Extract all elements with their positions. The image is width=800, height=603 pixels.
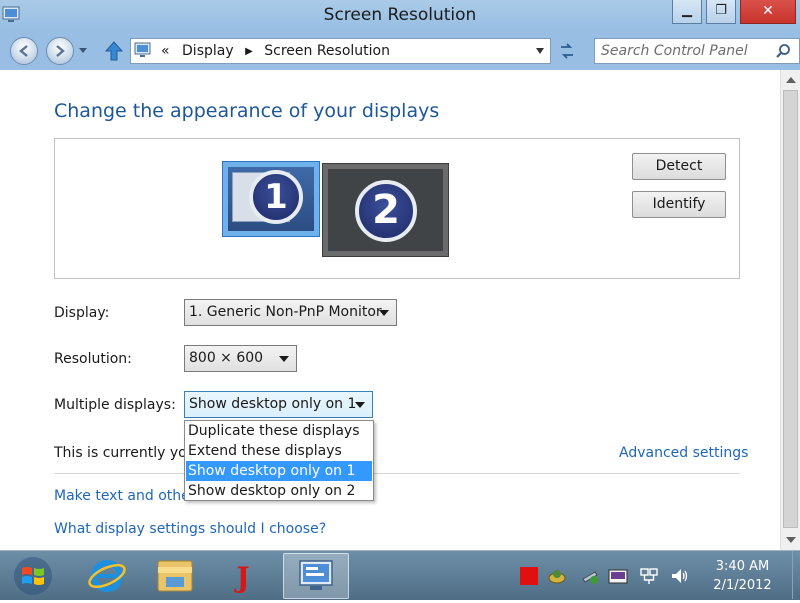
stop-icon[interactable] bbox=[520, 567, 538, 585]
divider bbox=[54, 473, 740, 474]
display-select[interactable]: 1. Generic Non-PnP Monitor bbox=[184, 299, 397, 326]
clock-time: 3:40 AM bbox=[715, 559, 770, 574]
option-show-only-1[interactable]: Show desktop only on 1 bbox=[186, 461, 372, 481]
system-clock[interactable]: 3:40 AM 2/1/2012 bbox=[705, 557, 780, 595]
taskbar: J 3:40 AM 2/1/2012 bbox=[0, 550, 800, 600]
advanced-settings-link[interactable]: Advanced settings bbox=[619, 445, 748, 461]
windows-logo-icon bbox=[14, 557, 52, 595]
back-button[interactable] bbox=[10, 37, 38, 65]
internet-explorer-icon bbox=[88, 560, 126, 592]
address-dropdown-chevron-down-icon[interactable] bbox=[536, 48, 544, 54]
control-panel-taskbar-icon bbox=[299, 560, 333, 590]
chevron-down-icon bbox=[279, 356, 289, 362]
volume-icon[interactable] bbox=[670, 567, 688, 585]
taskbar-file-explorer[interactable] bbox=[146, 553, 204, 599]
refresh-icon bbox=[560, 43, 573, 59]
scroll-up-icon[interactable] bbox=[786, 77, 796, 83]
multiple-displays-label: Multiple displays: bbox=[54, 397, 176, 413]
monitor-arrangement-area: 1 2 Detect Identify bbox=[54, 138, 740, 279]
option-extend-displays[interactable]: Extend these displays bbox=[186, 441, 372, 461]
navigation-bar: « Display ▶ Screen Resolution bbox=[0, 32, 800, 70]
monitor-1[interactable]: 1 bbox=[222, 161, 320, 237]
j-app-icon: J bbox=[233, 561, 249, 594]
j-app-letter: J bbox=[233, 561, 249, 594]
address-bar[interactable]: « Display ▶ Screen Resolution bbox=[130, 38, 551, 64]
monitor-2-number: 2 bbox=[355, 180, 417, 242]
breadcrumb: « Display ▶ Screen Resolution bbox=[161, 43, 390, 59]
search-input[interactable] bbox=[601, 42, 771, 60]
recent-pages-chevron-down-icon[interactable] bbox=[79, 48, 87, 53]
taskbar-j-app[interactable]: J bbox=[214, 553, 272, 599]
content-pane: Change the appearance of your displays 1… bbox=[0, 70, 780, 550]
breadcrumb-chevron[interactable]: « bbox=[161, 43, 170, 59]
maximize-button[interactable]: ❐ bbox=[706, 0, 736, 24]
clock-date: 2/1/2012 bbox=[713, 578, 772, 593]
control-panel-icon bbox=[134, 42, 151, 57]
monitor-2[interactable]: 2 bbox=[322, 163, 449, 257]
breadcrumb-separator-icon[interactable]: ▶ bbox=[245, 46, 253, 57]
main-display-status: This is currently you bbox=[54, 445, 184, 461]
taskbar-control-panel[interactable] bbox=[283, 553, 349, 599]
close-button[interactable]: ✕ bbox=[740, 0, 796, 24]
scroll-down-icon[interactable] bbox=[786, 537, 796, 543]
resolution-select-value: 800 × 600 bbox=[189, 350, 264, 366]
back-arrow-icon bbox=[19, 45, 28, 57]
breadcrumb-display[interactable]: Display bbox=[182, 43, 234, 59]
chevron-down-icon bbox=[355, 402, 365, 408]
identify-button[interactable]: Identify bbox=[632, 191, 726, 218]
detect-button[interactable]: Detect bbox=[632, 153, 726, 180]
title-bar: Screen Resolution ▁ ❐ ✕ bbox=[0, 0, 800, 32]
breadcrumb-screen-resolution[interactable]: Screen Resolution bbox=[264, 43, 390, 59]
minimize-button[interactable]: ▁ bbox=[672, 0, 702, 24]
refresh-button[interactable] bbox=[553, 38, 580, 64]
page-title: Change the appearance of your displays bbox=[54, 100, 440, 122]
network-icon[interactable] bbox=[640, 567, 658, 585]
multiple-displays-select[interactable]: Show desktop only on 1 bbox=[184, 391, 373, 418]
forward-button[interactable] bbox=[46, 37, 74, 65]
display-settings-help-link[interactable]: What display settings should I choose? bbox=[54, 521, 326, 537]
resolution-label: Resolution: bbox=[54, 351, 132, 367]
monitor-1-number: 1 bbox=[249, 170, 303, 224]
vertical-scrollbar[interactable] bbox=[780, 70, 800, 550]
search-icon[interactable] bbox=[775, 43, 791, 59]
chevron-down-icon bbox=[379, 310, 389, 316]
display-label: Display: bbox=[54, 305, 110, 321]
scroll-thumb[interactable] bbox=[783, 90, 798, 528]
keyboard-icon[interactable] bbox=[608, 567, 628, 585]
option-duplicate-displays[interactable]: Duplicate these displays bbox=[186, 421, 372, 441]
display-select-value: 1. Generic Non-PnP Monitor bbox=[189, 304, 382, 320]
up-arrow-icon[interactable] bbox=[104, 40, 124, 62]
file-explorer-icon bbox=[157, 560, 193, 592]
network-status-icon[interactable] bbox=[582, 567, 600, 585]
option-show-only-2[interactable]: Show desktop only on 2 bbox=[186, 481, 372, 501]
multiple-displays-dropdown: Duplicate these displays Extend these di… bbox=[184, 420, 374, 501]
action-center-icon[interactable] bbox=[548, 567, 566, 585]
show-desktop-button[interactable] bbox=[792, 551, 800, 599]
start-button[interactable] bbox=[4, 553, 62, 599]
resolution-select[interactable]: 800 × 600 bbox=[184, 345, 297, 372]
taskbar-internet-explorer[interactable] bbox=[78, 553, 136, 599]
search-box[interactable] bbox=[594, 38, 800, 64]
forward-arrow-icon bbox=[56, 45, 65, 57]
multiple-displays-select-value: Show desktop only on 1 bbox=[189, 396, 357, 412]
text-size-link[interactable]: Make text and other bbox=[54, 488, 184, 504]
